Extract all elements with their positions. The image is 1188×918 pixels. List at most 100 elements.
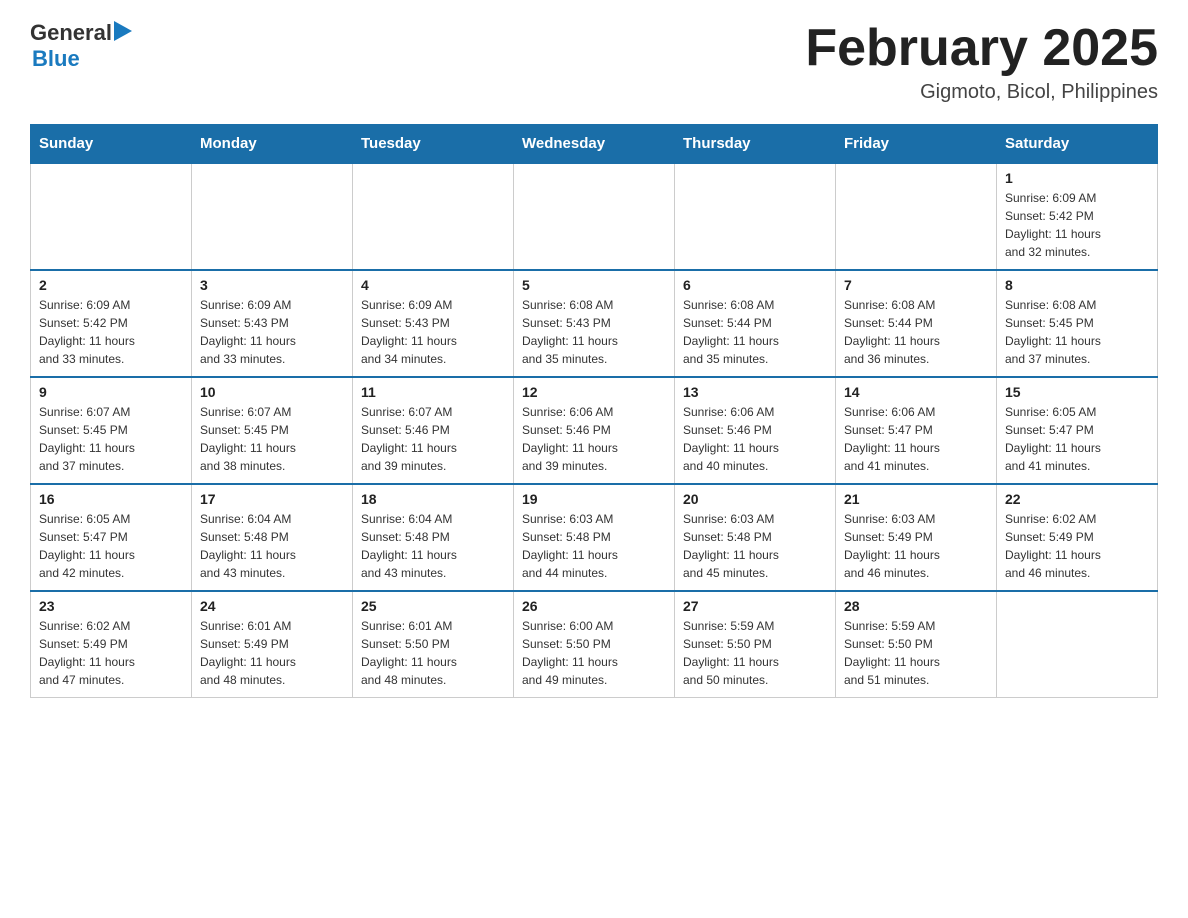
month-title: February 2025 [805, 20, 1158, 77]
day-number: 25 [361, 598, 505, 614]
day-info: Sunrise: 6:03 AM Sunset: 5:48 PM Dayligh… [683, 510, 827, 582]
table-row: 15 Sunrise: 6:05 AM Sunset: 5:47 PM Dayli… [997, 377, 1158, 484]
day-number: 13 [683, 384, 827, 400]
table-row: 25 Sunrise: 6:01 AM Sunset: 5:50 PM Dayli… [353, 591, 514, 698]
day-info: Sunrise: 6:06 AM Sunset: 5:46 PM Dayligh… [522, 403, 666, 475]
day-info: Sunrise: 6:03 AM Sunset: 5:49 PM Dayligh… [844, 510, 988, 582]
calendar-week-row: 23 Sunrise: 6:02 AM Sunset: 5:49 PM Dayli… [31, 591, 1158, 698]
logo-general: General [30, 20, 112, 46]
table-row: 22 Sunrise: 6:02 AM Sunset: 5:49 PM Dayli… [997, 484, 1158, 591]
day-number: 14 [844, 384, 988, 400]
day-number: 17 [200, 491, 344, 507]
header-thursday: Thursday [675, 125, 836, 164]
day-info: Sunrise: 6:04 AM Sunset: 5:48 PM Dayligh… [200, 510, 344, 582]
table-row: 13 Sunrise: 6:06 AM Sunset: 5:46 PM Dayli… [675, 377, 836, 484]
table-row: 24 Sunrise: 6:01 AM Sunset: 5:49 PM Dayli… [192, 591, 353, 698]
day-info: Sunrise: 6:05 AM Sunset: 5:47 PM Dayligh… [39, 510, 183, 582]
day-info: Sunrise: 6:09 AM Sunset: 5:43 PM Dayligh… [361, 296, 505, 368]
table-row: 12 Sunrise: 6:06 AM Sunset: 5:46 PM Dayli… [514, 377, 675, 484]
day-info: Sunrise: 6:02 AM Sunset: 5:49 PM Dayligh… [1005, 510, 1149, 582]
day-info: Sunrise: 6:08 AM Sunset: 5:44 PM Dayligh… [683, 296, 827, 368]
day-info: Sunrise: 6:08 AM Sunset: 5:45 PM Dayligh… [1005, 296, 1149, 368]
calendar-week-row: 2 Sunrise: 6:09 AM Sunset: 5:42 PM Daylig… [31, 270, 1158, 377]
table-row: 19 Sunrise: 6:03 AM Sunset: 5:48 PM Dayli… [514, 484, 675, 591]
day-info: Sunrise: 6:01 AM Sunset: 5:50 PM Dayligh… [361, 617, 505, 689]
day-number: 15 [1005, 384, 1149, 400]
day-number: 28 [844, 598, 988, 614]
day-number: 1 [1005, 170, 1149, 186]
day-number: 19 [522, 491, 666, 507]
table-row [31, 163, 192, 270]
day-number: 9 [39, 384, 183, 400]
header-tuesday: Tuesday [353, 125, 514, 164]
calendar-week-row: 16 Sunrise: 6:05 AM Sunset: 5:47 PM Dayli… [31, 484, 1158, 591]
day-number: 12 [522, 384, 666, 400]
day-info: Sunrise: 6:08 AM Sunset: 5:44 PM Dayligh… [844, 296, 988, 368]
table-row: 21Sunrise: 6:03 AM Sunset: 5:49 PM Dayli… [836, 484, 997, 591]
table-row: 14Sunrise: 6:06 AM Sunset: 5:47 PM Dayli… [836, 377, 997, 484]
table-row [353, 163, 514, 270]
day-info: Sunrise: 6:08 AM Sunset: 5:43 PM Dayligh… [522, 296, 666, 368]
day-number: 4 [361, 277, 505, 293]
table-row: 6 Sunrise: 6:08 AM Sunset: 5:44 PM Daylig… [675, 270, 836, 377]
day-number: 27 [683, 598, 827, 614]
table-row: 9Sunrise: 6:07 AM Sunset: 5:45 PM Daylig… [31, 377, 192, 484]
day-info: Sunrise: 6:09 AM Sunset: 5:42 PM Dayligh… [1005, 189, 1149, 261]
table-row: 5 Sunrise: 6:08 AM Sunset: 5:43 PM Daylig… [514, 270, 675, 377]
logo-blue: Blue [32, 46, 132, 72]
table-row: 3 Sunrise: 6:09 AM Sunset: 5:43 PM Daylig… [192, 270, 353, 377]
day-number: 23 [39, 598, 183, 614]
day-info: Sunrise: 6:03 AM Sunset: 5:48 PM Dayligh… [522, 510, 666, 582]
day-number: 3 [200, 277, 344, 293]
day-info: Sunrise: 6:05 AM Sunset: 5:47 PM Dayligh… [1005, 403, 1149, 475]
day-info: Sunrise: 5:59 AM Sunset: 5:50 PM Dayligh… [683, 617, 827, 689]
day-number: 22 [1005, 491, 1149, 507]
day-info: Sunrise: 6:07 AM Sunset: 5:46 PM Dayligh… [361, 403, 505, 475]
table-row: 26 Sunrise: 6:00 AM Sunset: 5:50 PM Dayli… [514, 591, 675, 698]
table-row [997, 591, 1158, 698]
day-info: Sunrise: 6:02 AM Sunset: 5:49 PM Dayligh… [39, 617, 183, 689]
day-number: 6 [683, 277, 827, 293]
table-row: 11Sunrise: 6:07 AM Sunset: 5:46 PM Dayli… [353, 377, 514, 484]
day-info: Sunrise: 6:07 AM Sunset: 5:45 PM Dayligh… [200, 403, 344, 475]
table-row [836, 163, 997, 270]
day-number: 26 [522, 598, 666, 614]
table-row [675, 163, 836, 270]
day-number: 2 [39, 277, 183, 293]
table-row [192, 163, 353, 270]
header-wednesday: Wednesday [514, 125, 675, 164]
table-row: 2 Sunrise: 6:09 AM Sunset: 5:42 PM Daylig… [31, 270, 192, 377]
page-header: General Blue February 2025 Gigmoto, Bico… [30, 20, 1158, 104]
day-info: Sunrise: 6:04 AM Sunset: 5:48 PM Dayligh… [361, 510, 505, 582]
day-number: 18 [361, 491, 505, 507]
table-row: 4 Sunrise: 6:09 AM Sunset: 5:43 PM Daylig… [353, 270, 514, 377]
table-row: 10 Sunrise: 6:07 AM Sunset: 5:45 PM Dayli… [192, 377, 353, 484]
day-info: Sunrise: 6:09 AM Sunset: 5:42 PM Dayligh… [39, 296, 183, 368]
logo-arrow-icon [114, 21, 132, 41]
day-info: Sunrise: 6:01 AM Sunset: 5:49 PM Dayligh… [200, 617, 344, 689]
day-number: 24 [200, 598, 344, 614]
calendar-week-row: 1 Sunrise: 6:09 AM Sunset: 5:42 PM Daylig… [31, 163, 1158, 270]
day-info: Sunrise: 6:06 AM Sunset: 5:46 PM Dayligh… [683, 403, 827, 475]
table-row: 8Sunrise: 6:08 AM Sunset: 5:45 PM Daylig… [997, 270, 1158, 377]
day-number: 10 [200, 384, 344, 400]
table-row: 20 Sunrise: 6:03 AM Sunset: 5:48 PM Dayli… [675, 484, 836, 591]
header-friday: Friday [836, 125, 997, 164]
calendar-week-row: 9 Sunrise: 6:07 AM Sunset: 5:45 PM Daylig… [31, 377, 1158, 484]
day-number: 16 [39, 491, 183, 507]
day-number: 7 [844, 277, 988, 293]
table-row: 1 Sunrise: 6:09 AM Sunset: 5:42 PM Daylig… [997, 163, 1158, 270]
table-row: 16 Sunrise: 6:05 AM Sunset: 5:47 PM Dayli… [31, 484, 192, 591]
day-number: 5 [522, 277, 666, 293]
header-sunday: Sunday [31, 125, 192, 164]
table-row: 7 Sunrise: 6:08 AM Sunset: 5:44 PM Daylig… [836, 270, 997, 377]
day-info: Sunrise: 6:00 AM Sunset: 5:50 PM Dayligh… [522, 617, 666, 689]
table-row: 17 Sunrise: 6:04 AM Sunset: 5:48 PM Dayli… [192, 484, 353, 591]
table-row: 27 Sunrise: 5:59 AM Sunset: 5:50 PM Dayli… [675, 591, 836, 698]
table-row: 28 Sunrise: 5:59 AM Sunset: 5:50 PM Dayli… [836, 591, 997, 698]
calendar-table: Sunday Monday Tuesday Wednesday Thursday… [30, 124, 1158, 698]
day-info: Sunrise: 6:09 AM Sunset: 5:43 PM Dayligh… [200, 296, 344, 368]
day-info: Sunrise: 5:59 AM Sunset: 5:50 PM Dayligh… [844, 617, 988, 689]
day-number: 20 [683, 491, 827, 507]
weekday-header-row: Sunday Monday Tuesday Wednesday Thursday… [31, 125, 1158, 164]
